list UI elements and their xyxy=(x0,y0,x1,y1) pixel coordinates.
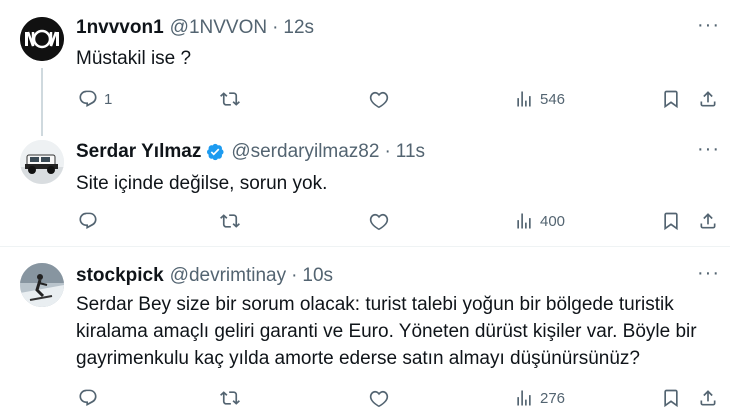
tweet-2[interactable]: Serdar Yılmaz @serdaryilmaz82 · 11s ··· … xyxy=(0,130,730,245)
more-icon[interactable]: ··· xyxy=(697,262,720,285)
share-button[interactable] xyxy=(698,89,718,109)
retweet-icon xyxy=(220,89,240,109)
like-button[interactable] xyxy=(369,89,389,109)
like-icon xyxy=(369,89,389,109)
separator-dot: · xyxy=(291,265,298,286)
display-name[interactable]: Serdar Yılmaz xyxy=(76,141,201,163)
tweet-header: 1nvvvon1 @1NVVON · 12s xyxy=(76,17,314,39)
more-icon[interactable]: ··· xyxy=(697,138,720,161)
views-button[interactable]: 276 xyxy=(514,388,565,408)
avatar[interactable] xyxy=(20,263,64,307)
action-bar: 400 xyxy=(0,206,730,236)
retweet-icon xyxy=(220,211,240,231)
tweet-3[interactable]: stockpick @devrimtinay · 10s ··· Serdar … xyxy=(0,247,730,420)
timestamp[interactable]: 11s xyxy=(396,141,425,163)
reply-icon xyxy=(78,211,98,231)
timestamp[interactable]: 10s xyxy=(302,265,333,287)
bookmark-button[interactable] xyxy=(661,89,681,109)
reply-button[interactable] xyxy=(78,211,104,231)
share-button[interactable] xyxy=(698,211,718,231)
tweet-text: Müstakil ise ? xyxy=(76,48,192,69)
retweet-icon xyxy=(220,388,240,408)
more-icon[interactable]: ··· xyxy=(697,14,720,37)
like-icon xyxy=(369,388,389,408)
views-button[interactable]: 546 xyxy=(514,89,565,109)
action-bar: 276 xyxy=(0,383,730,413)
action-bar: 1 546 xyxy=(0,84,730,114)
verified-badge-icon xyxy=(207,143,224,161)
timestamp[interactable]: 12s xyxy=(283,17,314,39)
tweet-text: Site içinde değilse, sorun yok. xyxy=(76,173,328,194)
nvvon-logo-icon xyxy=(20,17,64,61)
views-icon xyxy=(514,388,534,408)
reply-button[interactable] xyxy=(78,388,104,408)
view-count: 546 xyxy=(540,90,566,108)
views-icon xyxy=(514,89,534,109)
bookmark-button[interactable] xyxy=(661,388,681,408)
views-button[interactable]: 400 xyxy=(514,211,565,231)
bookmark-icon xyxy=(661,89,681,109)
bookmark-icon xyxy=(661,388,681,408)
retweet-button[interactable] xyxy=(220,89,240,109)
like-button[interactable] xyxy=(369,388,389,408)
avatar[interactable] xyxy=(20,17,64,61)
views-icon xyxy=(514,211,534,231)
separator-dot: · xyxy=(384,141,391,162)
separator-dot: · xyxy=(272,17,279,38)
like-button[interactable] xyxy=(369,211,389,231)
user-handle[interactable]: @1NVVON xyxy=(170,17,267,39)
car-avatar-icon xyxy=(20,140,64,184)
avatar[interactable] xyxy=(20,140,64,184)
reply-count: 1 xyxy=(104,90,113,108)
share-icon xyxy=(698,388,718,408)
retweet-button[interactable] xyxy=(220,211,240,231)
like-icon xyxy=(369,211,389,231)
skier-avatar-icon xyxy=(20,263,64,307)
display-name[interactable]: stockpick xyxy=(76,265,164,287)
reply-button[interactable]: 1 xyxy=(78,89,112,109)
share-icon xyxy=(698,211,718,231)
tweet-1[interactable]: 1nvvvon1 @1NVVON · 12s ··· Müstakil ise … xyxy=(0,0,730,130)
tweet-header: Serdar Yılmaz @serdaryilmaz82 · 11s xyxy=(76,141,425,163)
view-count: 400 xyxy=(540,212,566,230)
share-icon xyxy=(698,89,718,109)
tweet-header: stockpick @devrimtinay · 10s xyxy=(76,265,333,287)
user-handle[interactable]: @serdaryilmaz82 xyxy=(231,141,379,163)
user-handle[interactable]: @devrimtinay xyxy=(170,265,286,287)
reply-icon xyxy=(78,89,98,109)
bookmark-icon xyxy=(661,211,681,231)
share-button[interactable] xyxy=(698,388,718,408)
tweet-text: Serdar Bey size bir sorum olacak: turist… xyxy=(76,294,697,369)
reply-icon xyxy=(78,388,98,408)
display-name[interactable]: 1nvvvon1 xyxy=(76,17,164,39)
view-count: 276 xyxy=(540,389,566,407)
retweet-button[interactable] xyxy=(220,388,240,408)
bookmark-button[interactable] xyxy=(661,211,681,231)
